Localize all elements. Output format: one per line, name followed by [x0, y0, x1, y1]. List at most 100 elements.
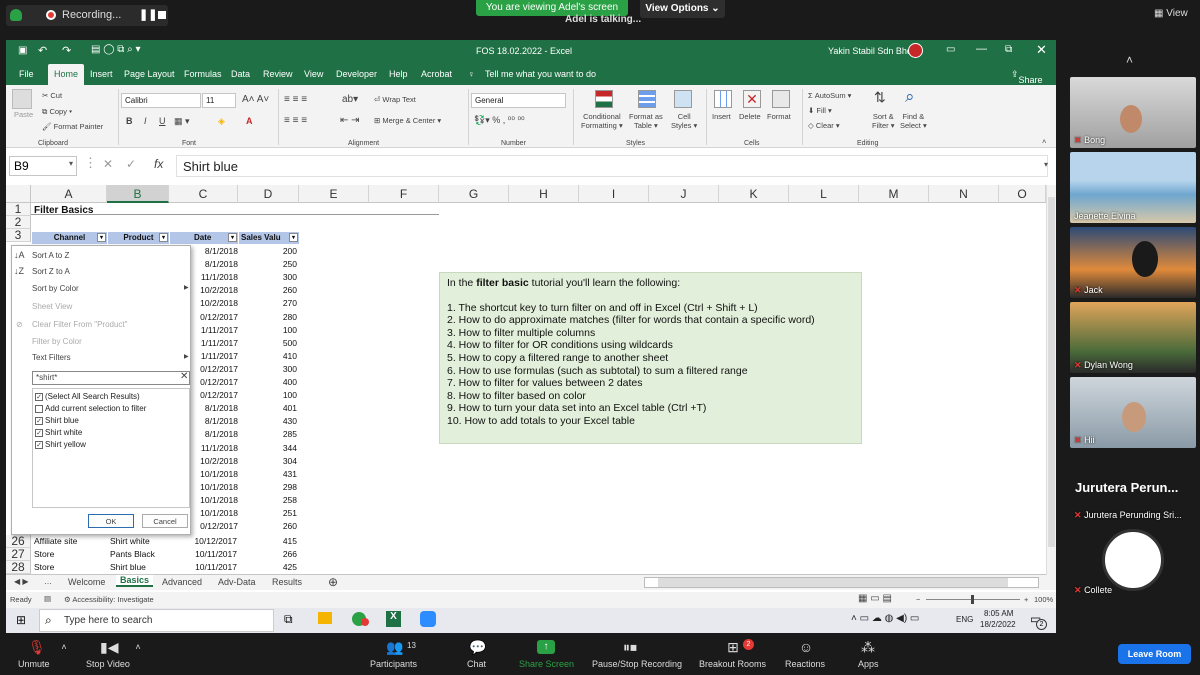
header-date[interactable]: Date ▾ — [170, 232, 238, 244]
cell-channel[interactable]: Store — [34, 548, 106, 561]
delete-cells-button[interactable]: Delete — [739, 112, 761, 121]
align-top-buttons[interactable]: ≡ ≡ ≡ — [284, 94, 307, 105]
wrap-text-button[interactable]: ⏎ Wrap Text — [374, 95, 416, 104]
indent-buttons[interactable]: ⇤ ⇥ — [340, 115, 360, 126]
cell-sales[interactable]: 415 — [239, 535, 297, 548]
unmute-button[interactable]: Unmute — [18, 659, 50, 669]
cell-sales[interactable]: 304 — [239, 455, 297, 468]
format-as-table-icon[interactable] — [638, 90, 656, 108]
apps-button[interactable]: Apps — [858, 659, 879, 669]
delete-cells-icon[interactable]: ✕ — [743, 90, 761, 108]
cell-date[interactable]: 0/12/2017 — [192, 376, 238, 389]
cell-sales[interactable]: 280 — [239, 311, 297, 324]
taskbar-search[interactable]: Type here to search — [39, 609, 274, 632]
task-view-icon[interactable]: ⧉ — [284, 612, 293, 627]
column-header-e[interactable]: E — [299, 185, 369, 203]
cell-date[interactable]: 10/1/2018 — [192, 494, 238, 507]
cell-date[interactable]: 8/1/2018 — [192, 258, 238, 271]
cell-sales[interactable]: 410 — [239, 350, 297, 363]
cell-sales[interactable]: 285 — [239, 428, 297, 441]
shirt-white-checkbox[interactable]: ✓ — [35, 429, 43, 437]
find-select-button[interactable]: Find & Select ▾ — [900, 112, 927, 130]
cell-sales[interactable]: 300 — [239, 271, 297, 284]
cell-date[interactable]: 11/1/2018 — [192, 442, 238, 455]
menu-home[interactable]: Home — [48, 64, 85, 85]
cell-date[interactable]: 10/11/2017 — [170, 548, 237, 561]
undo-icon[interactable]: ↶ — [38, 44, 47, 57]
participant-tile[interactable]: Jeanette Elvina — [1070, 152, 1196, 223]
zoom-out-icon[interactable]: − — [916, 595, 920, 604]
accessibility-status[interactable]: ⚙ Accessibility: Investigate — [64, 595, 154, 604]
font-size-buttons[interactable]: A˄ A˅ — [242, 94, 269, 105]
column-header-g[interactable]: G — [439, 185, 509, 203]
orientation-button[interactable]: ab▾ — [342, 94, 358, 105]
cell-sales[interactable]: 270 — [239, 297, 297, 310]
cancel-formula-icon[interactable]: ✕ — [103, 157, 113, 171]
menu-formulas[interactable]: Formulas — [184, 69, 222, 79]
text-filters-item[interactable]: Text Filters — [32, 353, 71, 362]
conditional-formatting-icon[interactable] — [595, 90, 613, 108]
name-box[interactable]: B9 — [9, 156, 77, 176]
column-header-o[interactable]: O — [999, 185, 1046, 203]
name-box-dropdown-icon[interactable]: ▾ — [69, 159, 73, 168]
file-explorer-icon[interactable] — [318, 612, 332, 624]
breakout-rooms-icon[interactable]: ⊞ — [725, 640, 741, 654]
filter-dropdown-icon[interactable]: ▾ — [228, 233, 237, 242]
italic-button[interactable]: I — [144, 116, 147, 126]
tab-results[interactable]: Results — [272, 577, 302, 587]
cell-date[interactable]: 1/11/2017 — [192, 324, 238, 337]
autosum-button[interactable]: Σ AutoSum ▾ — [808, 91, 851, 100]
cell-sales[interactable]: 300 — [239, 363, 297, 376]
font-size-select[interactable]: 11 — [202, 93, 236, 108]
row-header[interactable]: 28 — [6, 561, 31, 574]
cell-date[interactable]: 0/12/2017 — [192, 363, 238, 376]
cell-date[interactable]: 10/2/2018 — [192, 284, 238, 297]
merge-center-button[interactable]: ⊞ Merge & Center ▾ — [374, 116, 441, 125]
tab-basics[interactable]: Basics — [116, 575, 154, 587]
leave-room-button[interactable]: Leave Room — [1118, 644, 1191, 664]
scrollbar-thumb[interactable] — [658, 578, 1008, 587]
clear-button[interactable]: ◇ Clear ▾ — [808, 121, 840, 130]
menu-review[interactable]: Review — [263, 69, 293, 79]
cell-date[interactable]: 10/11/2017 — [170, 561, 237, 574]
list-item[interactable]: (Select All Search Results) — [45, 392, 140, 401]
sort-filter-icon[interactable]: ⇅ — [874, 89, 886, 106]
stop-video-button[interactable]: Stop Video — [86, 659, 130, 669]
apps-icon[interactable]: ⁂ — [860, 640, 876, 654]
select-all-corner[interactable] — [6, 185, 31, 203]
font-name-select[interactable]: Calibri — [121, 93, 201, 108]
menu-view[interactable]: View — [304, 69, 323, 79]
cell-date[interactable]: 8/1/2018 — [192, 402, 238, 415]
participant-tile[interactable]: ✕ Jack — [1070, 227, 1196, 298]
cell-sales[interactable]: 260 — [239, 520, 297, 533]
minimize-icon[interactable]: — — [976, 43, 987, 55]
cell-sales[interactable]: 500 — [239, 337, 297, 350]
cell-date[interactable]: 11/1/2018 — [192, 271, 238, 284]
filter-active-icon[interactable]: ▾ — [159, 233, 168, 242]
header-sales[interactable]: Sales Valu ▾ — [239, 232, 299, 244]
mic-muted-icon[interactable]: 🎙 — [28, 640, 46, 654]
cell-sales[interactable]: 100 — [239, 324, 297, 337]
cell-date[interactable]: 1/11/2017 — [192, 350, 238, 363]
menu-developer[interactable]: Developer — [336, 69, 377, 79]
cell-date[interactable]: 10/2/2018 — [192, 455, 238, 468]
ribbon-display-icon[interactable]: ▭ — [946, 44, 955, 55]
zoom-taskbar-icon[interactable] — [420, 611, 436, 627]
search-icon[interactable]: ⌕ — [905, 87, 915, 107]
breakout-rooms-button[interactable]: Breakout Rooms — [699, 659, 766, 669]
reactions-icon[interactable]: ☺ — [798, 640, 814, 654]
conditional-formatting-button[interactable]: Conditional Formatting ▾ — [581, 112, 623, 130]
video-icon[interactable]: ▮◀ — [100, 640, 118, 654]
cell-date[interactable]: 10/1/2018 — [192, 481, 238, 494]
restore-icon[interactable]: ⧉ — [1005, 44, 1012, 55]
list-item[interactable]: Add current selection to filter — [45, 404, 146, 413]
cell-date[interactable]: 10/12/2017 — [170, 535, 237, 548]
view-mode-icons[interactable]: ▦ ▭ ▤ — [858, 593, 892, 604]
avatar[interactable] — [908, 43, 923, 58]
cell-sales[interactable]: 100 — [239, 389, 297, 402]
scrollbar-thumb[interactable] — [1048, 197, 1055, 547]
chat-button[interactable]: Chat — [467, 659, 486, 669]
paste-icon[interactable] — [12, 89, 32, 109]
list-item[interactable]: Shirt blue — [45, 416, 79, 425]
cell-styles-icon[interactable] — [674, 90, 692, 108]
